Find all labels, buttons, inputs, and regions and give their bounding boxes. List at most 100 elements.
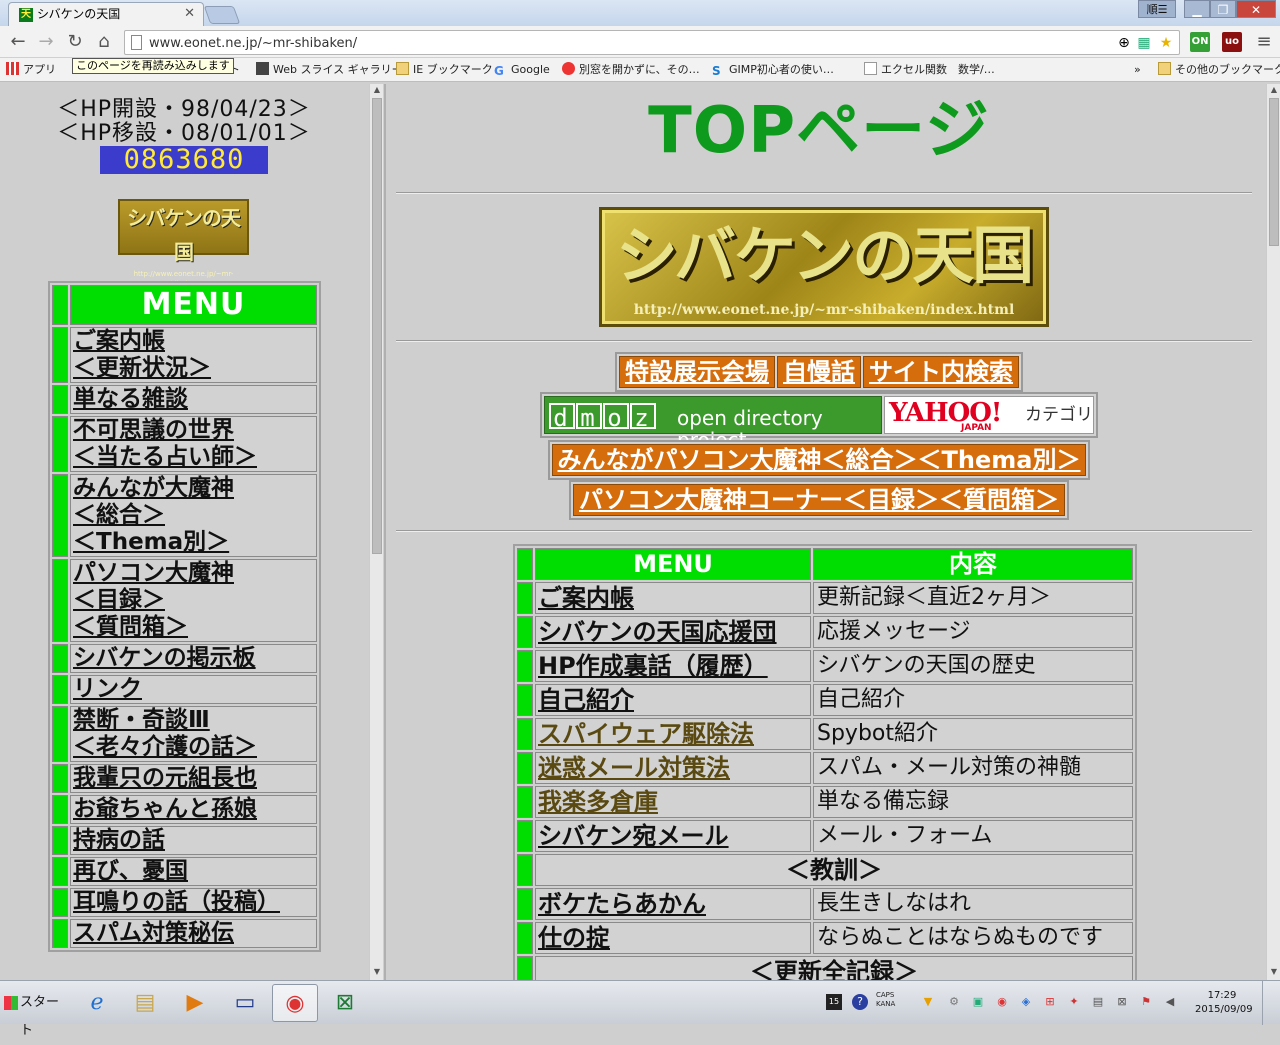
show-desktop-button[interactable] <box>1262 981 1280 1025</box>
table-menu-link[interactable]: 仕の掟 <box>538 924 610 952</box>
bookmark-gimp[interactable]: S GIMP初心者の使い… <box>712 62 834 78</box>
sidebar-item-cell: お爺ちゃんと孫娘 <box>70 795 317 824</box>
tray-app-icon[interactable]: 15 <box>826 994 842 1010</box>
media-player-taskbar-icon[interactable]: ▶ <box>172 984 218 1022</box>
right-scrollbar[interactable]: ▲ ▼ <box>1266 84 1280 980</box>
tray-device-icon[interactable]: ▤ <box>1090 994 1106 1010</box>
table-cell-menu: ボケたらあかん <box>535 888 811 920</box>
bookmark-betsumado[interactable]: 別窓を開かずに、その… <box>562 62 700 78</box>
minimize-button[interactable]: ▁ <box>1184 0 1210 18</box>
browser-tab[interactable]: 天 シバケンの天国 ✕ <box>8 2 204 26</box>
sidebar-item-link[interactable]: ご案内帳 ＜更新状況＞ <box>73 328 314 382</box>
sidebar-item-label: 我輩只の元組長也 <box>73 765 257 791</box>
tray-shield-icon[interactable]: ◈ <box>1018 994 1034 1010</box>
special-exhibit-link[interactable]: 特設展示会場 <box>619 356 775 388</box>
pc-daimajin-link[interactable]: パソコン大魔神コーナー＜目録＞＜質問箱＞ <box>573 484 1065 516</box>
tray-chrome-icon[interactable]: ◉ <box>994 994 1010 1010</box>
sidebar-item-link[interactable]: 禁断・奇談Ⅲ ＜老々介護の話＞ <box>73 707 314 761</box>
forward-arrow-icon[interactable]: → <box>34 30 58 54</box>
tray-network-icon[interactable]: ▣ <box>970 994 986 1010</box>
boast-link[interactable]: 自慢話 <box>777 356 861 388</box>
left-scrollbar[interactable]: ▲ ▼ <box>369 84 383 980</box>
reload-icon[interactable]: ↻ <box>63 30 87 54</box>
table-menu-link[interactable]: ボケたらあかん <box>538 890 706 918</box>
bookmark-google[interactable]: G Google <box>494 62 550 78</box>
tab-close-icon[interactable]: ✕ <box>184 3 195 25</box>
site-logo-small[interactable]: シバケンの天国 http://www.eonet.ne.jp/~mr-shiba… <box>118 199 249 288</box>
bookmark-star-icon[interactable]: ★ <box>1157 34 1175 52</box>
other-bookmarks-folder[interactable]: その他のブックマーク <box>1158 62 1280 78</box>
back-arrow-icon[interactable]: ← <box>6 30 30 54</box>
explorer-taskbar-icon[interactable]: ▤ <box>122 984 168 1022</box>
table-header-menu: MENU <box>535 548 811 580</box>
sidebar-item-link[interactable]: シバケンの掲示板 <box>73 645 314 672</box>
url-input[interactable] <box>149 34 1109 52</box>
menu-icon[interactable]: ≡ <box>1252 30 1276 54</box>
scroll-thumb[interactable] <box>1269 98 1279 246</box>
ublock-icon[interactable]: uo <box>1222 32 1242 52</box>
tray-sync-icon[interactable]: ✦ <box>1066 994 1082 1010</box>
yahoo-category-link[interactable]: YAHOO! JAPAN カテゴリ <box>884 396 1094 434</box>
tray-flag-icon[interactable]: ⚑ <box>1138 994 1154 1010</box>
tray-volume-icon[interactable]: ◀ <box>1162 994 1178 1010</box>
table-menu-link[interactable]: ご案内帳 <box>538 584 634 612</box>
tray-windows-icon[interactable]: ⊞ <box>1042 994 1058 1010</box>
table-menu-link[interactable]: スパイウェア駆除法 <box>538 720 754 748</box>
sidebar-item-label: 禁断・奇談Ⅲ <box>73 707 210 733</box>
on-extension-icon[interactable]: ON <box>1190 32 1210 52</box>
maximize-button[interactable]: ❐ <box>1210 0 1236 18</box>
scroll-up-icon[interactable]: ▲ <box>1267 84 1280 96</box>
sidebar-item-link[interactable]: 再び、憂国 <box>73 858 314 885</box>
user-profile-button[interactable]: 順☰ <box>1138 0 1176 18</box>
sidebar-item-link[interactable]: スパム対策秘伝 <box>73 920 314 947</box>
bookmark-ie-folder[interactable]: IE ブックマーク <box>396 62 493 78</box>
table-menu-link[interactable]: 迷惑メール対策法 <box>538 754 730 782</box>
scroll-down-icon[interactable]: ▼ <box>370 966 384 978</box>
tray-arrow-icon[interactable]: ▼ <box>920 994 936 1010</box>
sidebar-item-link[interactable]: リンク <box>73 676 314 703</box>
table-menu-link[interactable]: シバケン宛メール <box>538 822 729 850</box>
site-search-link[interactable]: サイト内検索 <box>863 356 1019 388</box>
bookmark-excel[interactable]: エクセル関数 数学/… <box>864 62 995 78</box>
dmoz-link[interactable]: dmoz open directory project <box>544 396 882 451</box>
zoom-icon[interactable]: ⊕ <box>1115 34 1133 52</box>
close-window-button[interactable]: ✕ <box>1236 0 1276 18</box>
scroll-thumb[interactable] <box>372 98 382 554</box>
bookmarks-overflow-button[interactable]: » <box>1134 62 1141 78</box>
ie-taskbar-icon[interactable]: ℯ <box>74 984 120 1022</box>
minna-daimajin-link[interactable]: みんながパソコン大魔神＜総合＞＜Thema別＞ <box>551 444 1087 476</box>
table-menu-link[interactable]: 自己紹介 <box>538 686 634 714</box>
help-icon[interactable]: ? <box>852 994 868 1010</box>
remote-desktop-taskbar-icon[interactable]: ▭ <box>222 984 268 1022</box>
sidebar-item-label: みんなが大魔神 <box>73 475 234 501</box>
sidebar-item-link[interactable]: 我輩只の元組長也 <box>73 765 314 792</box>
sidebar-item-link[interactable]: お爺ちゃんと孫娘 <box>73 796 314 823</box>
address-bar[interactable]: ⊕ ▦ ★ <box>124 30 1180 55</box>
sidebar-item-link[interactable]: 持病の話 <box>73 827 314 854</box>
sidebar-item-link[interactable]: 不可思議の世界 ＜当たる占い師＞ <box>73 417 314 471</box>
scroll-down-icon[interactable]: ▼ <box>1267 966 1280 978</box>
new-tab-button[interactable] <box>203 6 241 24</box>
sidebar-item-link[interactable]: パソコン大魔神 ＜目録＞ ＜質問箱＞ <box>73 560 314 641</box>
scroll-up-icon[interactable]: ▲ <box>370 84 384 96</box>
user-profile-label: 順 <box>1146 3 1158 16</box>
tray-close-icon[interactable]: ⊠ <box>1114 994 1130 1010</box>
start-button[interactable]: スタート <box>2 989 64 1038</box>
extension-grid-icon[interactable]: ▦ <box>1135 34 1153 52</box>
excel-taskbar-icon[interactable]: ⊠ <box>322 984 368 1022</box>
tray-gear-icon[interactable]: ⚙ <box>946 994 962 1010</box>
bookmark-apps[interactable]: アプリ <box>6 62 56 78</box>
sidebar-item-link[interactable]: みんなが大魔神 ＜総合＞ ＜Thema別＞ <box>73 475 314 556</box>
sidebar-item-link[interactable]: 耳鳴りの話（投稿） <box>73 889 314 916</box>
sidebar-item-link[interactable]: 単なる雑談 <box>73 386 314 413</box>
home-icon[interactable]: ⌂ <box>92 30 116 54</box>
table-menu-link[interactable]: シバケンの天国応援団 <box>538 618 777 646</box>
chrome-taskbar-icon[interactable]: ◉ <box>272 984 318 1022</box>
table-cell-menu: 仕の掟 <box>535 922 811 954</box>
taskbar: スタート ℯ ▤ ▶ ▭ ◉ ⊠ 15 ? CAPS KANA ▼ ⚙ ▣ ◉ … <box>0 980 1280 1038</box>
table-header-content: 内容 <box>813 548 1133 580</box>
table-menu-link[interactable]: 我楽多倉庫 <box>538 788 658 816</box>
bookmark-web-slice[interactable]: Web スライス ギャラリー <box>256 62 403 78</box>
table-menu-link[interactable]: HP作成裏話（履歴） <box>538 652 768 680</box>
system-clock[interactable]: 17:29 2015/09/09 <box>1195 989 1253 1017</box>
